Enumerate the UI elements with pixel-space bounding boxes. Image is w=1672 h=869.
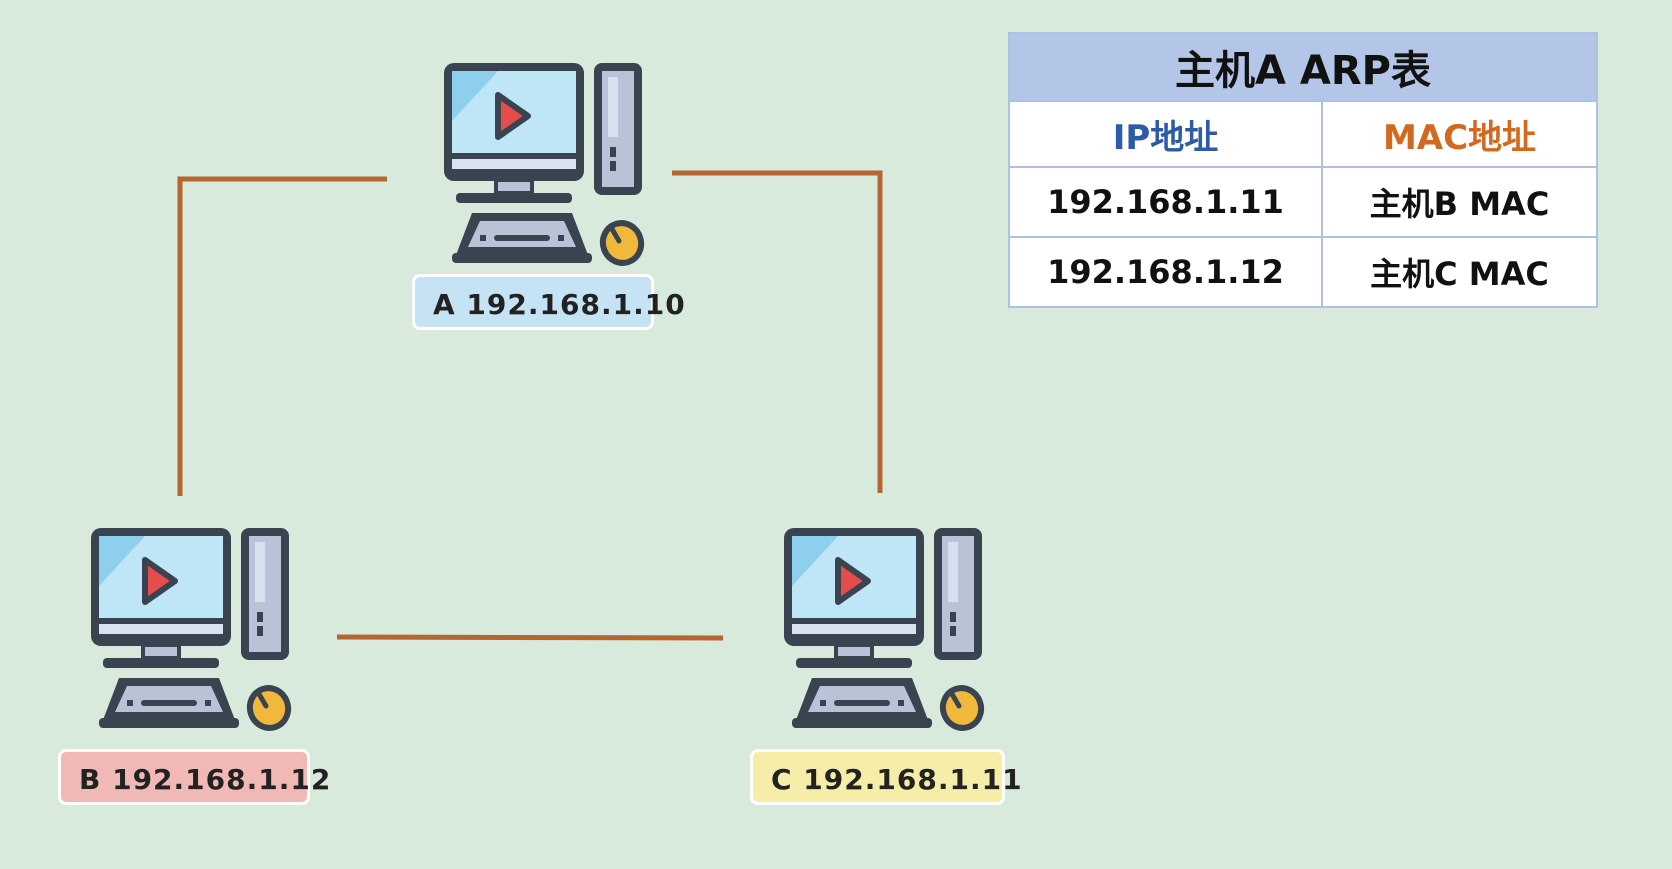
link-b-c (336, 634, 724, 641)
mac-cell: 主机B MAC (1321, 166, 1598, 238)
host-c-label: C 192.168.1.11 (750, 749, 1022, 805)
ip-cell: 192.168.1.12 (1008, 236, 1323, 308)
host-c-computer-icon (784, 528, 987, 733)
ip-cell: 192.168.1.11 (1008, 166, 1323, 238)
table-row: 192.168.1.11 主机B MAC (1008, 166, 1598, 238)
host-a-label: A 192.168.1.10 (412, 274, 685, 330)
host-b-label: B 192.168.1.12 (58, 749, 330, 805)
mac-column-header: MAC地址 (1321, 100, 1598, 168)
host-a-computer-icon (444, 63, 647, 268)
arp-table-title: 主机A ARP表 (1008, 32, 1598, 102)
link-a-b (177, 176, 387, 496)
host-b-computer-icon (91, 528, 294, 733)
mac-cell: 主机C MAC (1321, 236, 1598, 308)
link-a-c (672, 170, 883, 493)
arp-table: 主机A ARP表 IP地址 MAC地址 192.168.1.11 主机B MAC… (1008, 32, 1598, 308)
table-row: 192.168.1.12 主机C MAC (1008, 236, 1598, 308)
ip-column-header: IP地址 (1008, 100, 1323, 168)
